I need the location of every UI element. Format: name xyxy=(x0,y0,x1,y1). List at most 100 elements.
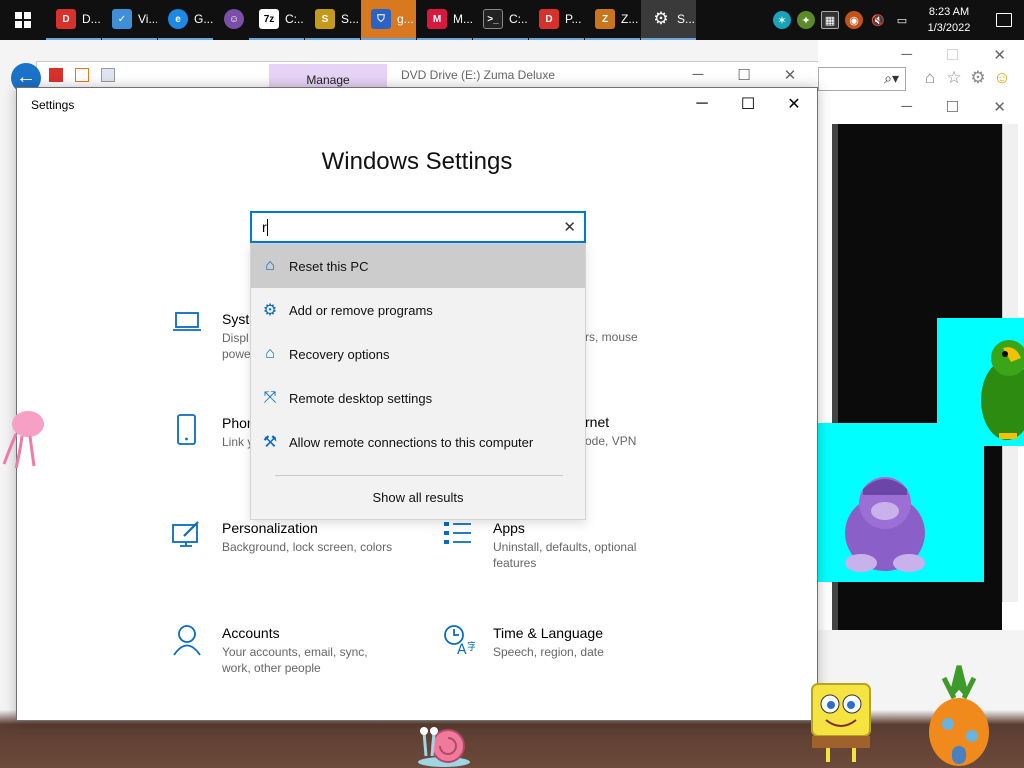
snail-icon xyxy=(418,727,470,767)
network-icon[interactable]: ▭ xyxy=(893,11,911,29)
clear-search-icon[interactable]: ✕ xyxy=(563,218,576,236)
explorer-window-controls: ─ ☐ ✕ xyxy=(675,66,813,84)
file-explorer-icon: ✓ xyxy=(112,9,132,29)
taskbar-app-daemon-tools[interactable]: D D... xyxy=(46,0,101,40)
volume-muted-icon[interactable]: 🔇 xyxy=(869,11,887,29)
category-name: Apps xyxy=(493,520,525,536)
properties-icon[interactable] xyxy=(101,68,115,82)
category-name: Accounts xyxy=(222,625,280,641)
search-icon: ⌕▾ xyxy=(884,70,899,86)
tray-app-icon[interactable]: ✶ xyxy=(773,11,791,29)
favorites-star-icon[interactable]: ☆ xyxy=(942,68,966,88)
minimize-button[interactable]: ─ xyxy=(679,88,725,120)
maximize-icon[interactable]: ☐ xyxy=(912,46,959,64)
suggestion-reset-this-pc[interactable]: ⌂ Reset this PC xyxy=(251,244,585,288)
taskbar-app-script[interactable]: S S... xyxy=(305,0,360,40)
spongebob-icon xyxy=(811,683,871,762)
personalization-icon xyxy=(172,519,222,555)
settings-window-controls: ─ ☐ ✕ xyxy=(679,88,817,120)
laptop-reset-icon: ⌂ xyxy=(265,345,275,362)
maximize-icon[interactable]: ☐ xyxy=(721,66,767,84)
notification-icon xyxy=(996,13,1012,27)
suggestion-add-remove-programs[interactable]: ⚙ Add or remove programs xyxy=(251,288,585,332)
command-prompt-icon: >_ xyxy=(483,9,503,29)
taskbar-app-daemon-tools-2[interactable]: D P... xyxy=(529,0,584,40)
smiley-feedback-icon[interactable]: ☺ xyxy=(990,68,1014,88)
taskbar-app-uac[interactable]: ⛉ g... xyxy=(361,0,416,40)
taskbar-app-settings[interactable]: ⚙ S... xyxy=(641,0,696,40)
jellyfish-icon xyxy=(2,411,44,469)
suggestion-allow-remote-connections[interactable]: ⚒ Allow remote connections to this compu… xyxy=(251,420,585,464)
spongebob-sprite xyxy=(808,682,874,768)
start-button[interactable] xyxy=(0,0,46,40)
text-caret xyxy=(267,219,268,236)
category-name: Personalization xyxy=(222,520,318,536)
category-time-language[interactable]: A字 Time & Language Speech, region, date xyxy=(443,624,653,662)
minimize-icon[interactable]: ─ xyxy=(675,66,721,84)
category-accounts[interactable]: Accounts Your accounts, email, sync, wor… xyxy=(172,624,372,676)
category-name: Time & Language xyxy=(493,625,603,641)
devices-description-tail: rs, mouse xyxy=(585,330,638,344)
action-center-button[interactable] xyxy=(984,0,1024,40)
minimize-icon[interactable]: ─ xyxy=(865,46,912,64)
tray-security-icon[interactable]: ▦ xyxy=(821,11,839,29)
suggestion-recovery-options[interactable]: ⌂ Recovery options xyxy=(251,332,585,376)
settings-gear-icon[interactable]: ⚙ xyxy=(966,68,990,88)
suggestion-label: Remote desktop settings xyxy=(289,390,433,406)
suggestion-label: Reset this PC xyxy=(289,258,369,274)
show-all-results-link[interactable]: Show all results xyxy=(251,490,585,505)
tray-avast-icon[interactable]: ◉ xyxy=(845,11,863,29)
network-name-tail: rnet xyxy=(585,414,610,430)
close-button[interactable]: ✕ xyxy=(771,88,817,120)
taskbar-app-zuma[interactable]: Z Z... xyxy=(585,0,640,40)
taskbar-app-bonzi[interactable]: ☺ xyxy=(214,0,248,40)
clock-time: 8:23 AM xyxy=(928,6,970,18)
person-icon xyxy=(172,624,222,676)
search-input[interactable]: r ✕ xyxy=(250,211,586,243)
taskbar-app-internet-explorer[interactable]: e G... xyxy=(158,0,213,40)
taskbar-app-malwarebytes[interactable]: M M... xyxy=(417,0,472,40)
browser-search-box[interactable]: ⌕▾ xyxy=(818,67,906,91)
svg-text:A: A xyxy=(457,642,467,656)
checklist-icon[interactable] xyxy=(75,68,89,82)
gear-icon: ⚙ xyxy=(262,302,278,319)
settings-window: Settings ─ ☐ ✕ Windows Settings Syste Di… xyxy=(16,87,818,721)
minimize-icon[interactable]: ─ xyxy=(865,98,912,116)
taskbar-app-explorer[interactable]: ✓ Vi... xyxy=(102,0,157,40)
taskbar-app-cmd[interactable]: >_ C:... xyxy=(473,0,528,40)
suggestion-label: Allow remote connections to this compute… xyxy=(289,434,534,450)
7zip-icon: 7z xyxy=(259,9,279,29)
pineapple-house-sprite xyxy=(924,664,994,768)
suggestion-remote-desktop-settings[interactable]: ⤧ Remote desktop settings xyxy=(251,376,585,420)
home-icon[interactable]: ⌂ xyxy=(918,68,942,88)
windows-logo-icon xyxy=(15,12,31,28)
taskbar-app-7zip[interactable]: 7z C:... xyxy=(249,0,304,40)
internet-explorer-icon: e xyxy=(168,9,188,29)
category-description: Uninstall, defaults, optional features xyxy=(493,540,637,570)
category-description: Your accounts, email, sync, work, other … xyxy=(222,645,368,675)
maximize-icon[interactable]: ☐ xyxy=(912,98,959,116)
daemon-tools-icon[interactable] xyxy=(49,68,63,82)
settings-gear-icon: ⚙ xyxy=(653,9,669,28)
search-suggestions-dropdown: ⌂ Reset this PC ⚙ Add or remove programs… xyxy=(250,243,586,520)
remote-desktop-icon: ⤧ xyxy=(263,389,277,406)
close-icon[interactable]: ✕ xyxy=(767,66,813,84)
bonzi-buddy-icon: ☺ xyxy=(224,9,244,29)
taskbar-clock[interactable]: 8:23 AM 1/3/2022 xyxy=(914,4,984,36)
category-apps[interactable]: Apps Uninstall, defaults, optional featu… xyxy=(443,519,653,571)
maximize-button[interactable]: ☐ xyxy=(725,88,771,120)
clock-date: 1/3/2022 xyxy=(927,22,971,34)
gary-snail-sprite xyxy=(414,722,472,768)
category-personalization[interactable]: Personalization Background, lock screen,… xyxy=(172,519,422,555)
network-description-tail: ode, VPN xyxy=(585,434,637,448)
close-icon[interactable]: ✕ xyxy=(959,98,1006,116)
tray-parrot-icon[interactable]: ✦ xyxy=(797,11,815,29)
explorer-window-title: DVD Drive (E:) Zuma Deluxe xyxy=(401,68,556,82)
jellyfish-sprite xyxy=(0,408,46,475)
tools-icon: ⚒ xyxy=(262,434,278,451)
system-tray: ✶ ✦ ▦ ◉ 🔇 ▭ 8:23 AM 1/3/2022 xyxy=(770,0,1024,40)
close-icon[interactable]: ✕ xyxy=(959,46,1006,64)
suggestion-label: Add or remove programs xyxy=(289,302,433,318)
time-language-icon: A字 xyxy=(443,624,493,662)
daemon-tools-icon: D xyxy=(539,9,559,29)
